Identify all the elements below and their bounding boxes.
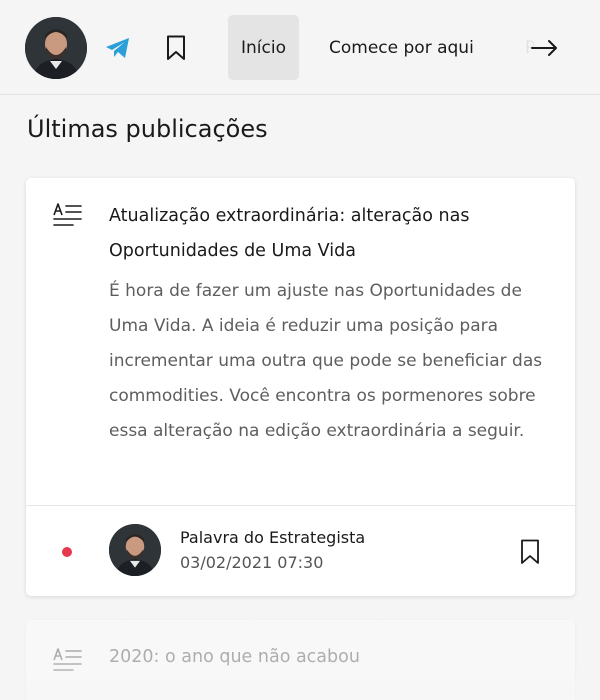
bookmark-icon: [521, 539, 539, 564]
article-text-icon: [53, 648, 82, 671]
post-card[interactable]: Atualização extraordinária: alteração na…: [26, 178, 575, 596]
tab-comece-por-aqui[interactable]: Comece por aqui: [329, 15, 474, 80]
article-text-icon: [53, 203, 82, 226]
logout-button[interactable]: [528, 30, 562, 66]
author-avatar-icon: [25, 17, 87, 79]
bookmark-icon: [167, 35, 185, 60]
bookmark-button[interactable]: [516, 537, 544, 567]
post-title[interactable]: Atualização extraordinária: alteração na…: [109, 199, 529, 269]
unread-indicator: [62, 547, 72, 557]
tab-label: Início: [241, 37, 286, 58]
post-excerpt: É hora de fazer um ajuste nas Oportunida…: [109, 281, 543, 441]
logout-arrow-icon: [531, 40, 557, 56]
top-navigation-bar: Início Comece por aqui P: [0, 0, 600, 95]
tab-inicio[interactable]: Início: [228, 15, 299, 80]
author-avatar[interactable]: [25, 17, 87, 79]
post-card[interactable]: 2020: o ano que não acabou: [26, 620, 575, 700]
post-author: Palavra do Estrategista: [180, 528, 366, 547]
tab-label: Comece por aqui: [329, 37, 474, 58]
section-title: Últimas publicações: [27, 115, 268, 143]
telegram-button[interactable]: [101, 30, 135, 66]
post-date: 03/02/2021 07:30: [180, 553, 324, 572]
post-title[interactable]: 2020: o ano que não acabou: [109, 640, 360, 675]
saved-posts-button[interactable]: [159, 30, 193, 66]
card-divider: [26, 505, 575, 506]
post-author-avatar: [109, 524, 161, 576]
telegram-icon: [106, 38, 129, 58]
author-avatar-icon: [109, 524, 161, 576]
